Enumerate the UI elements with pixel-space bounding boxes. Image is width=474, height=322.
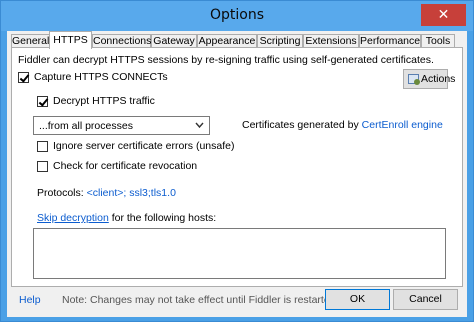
process-filter-value: ...from all processes: [39, 120, 133, 132]
process-filter-dropdown[interactable]: ...from all processes: [33, 116, 210, 135]
chevron-down-icon: [195, 122, 204, 129]
tab-general[interactable]: General: [11, 34, 50, 48]
protocols-link[interactable]: <client>; ssl3;tls1.0: [87, 187, 176, 199]
gear-icon: [408, 74, 420, 85]
tab-scripting[interactable]: Scripting: [257, 34, 303, 48]
ok-button[interactable]: OK: [325, 289, 390, 310]
close-button[interactable]: ✕: [421, 4, 466, 26]
protocols-label: Protocols:: [37, 187, 87, 199]
tab-gateway[interactable]: Gateway: [151, 34, 197, 48]
tab-extensions[interactable]: Extensions: [303, 34, 359, 48]
ignore-errors-label[interactable]: Ignore server certificate errors (unsafe…: [53, 140, 234, 152]
tab-appearance[interactable]: Appearance: [197, 34, 257, 48]
decrypt-traffic-checkbox[interactable]: [37, 96, 48, 107]
help-link[interactable]: Help: [19, 294, 41, 306]
actions-button[interactable]: Actions: [403, 69, 455, 89]
https-panel: Fiddler can decrypt HTTPS sessions by re…: [11, 47, 463, 287]
tab-connections[interactable]: Connections: [92, 34, 151, 48]
dialog-body: General HTTPS Connections Gateway Appear…: [7, 31, 467, 317]
skip-hosts-textarea[interactable]: [33, 228, 446, 279]
protocols-row: Protocols: <client>; ssl3;tls1.0: [37, 187, 176, 199]
https-description: Fiddler can decrypt HTTPS sessions by re…: [18, 54, 434, 66]
options-window: Options ✕ General HTTPS Connections Gate…: [0, 0, 474, 322]
check-revocation-checkbox[interactable]: [37, 161, 48, 172]
certenroll-link[interactable]: CertEnroll engine: [362, 119, 443, 131]
tab-tools[interactable]: Tools: [421, 34, 455, 48]
tab-performance[interactable]: Performance: [359, 34, 421, 48]
skip-decryption-suffix: for the following hosts:: [108, 212, 217, 224]
title-bar[interactable]: Options ✕: [1, 1, 473, 31]
skip-decryption-link[interactable]: Skip decryption: [37, 212, 109, 224]
restart-note: Note: Changes may not take effect until …: [62, 294, 339, 306]
capture-connects-checkbox[interactable]: [18, 72, 29, 83]
actions-label: Actions: [421, 73, 456, 85]
certificates-prefix: Certificates generated by: [242, 119, 362, 131]
check-revocation-label[interactable]: Check for certificate revocation: [53, 160, 197, 172]
certificates-info: Certificates generated by CertEnroll eng…: [242, 119, 443, 131]
cancel-button[interactable]: Cancel: [393, 289, 458, 310]
decrypt-traffic-label[interactable]: Decrypt HTTPS traffic: [53, 95, 155, 107]
ignore-errors-checkbox[interactable]: [37, 141, 48, 152]
capture-connects-label[interactable]: Capture HTTPS CONNECTs: [34, 71, 168, 83]
window-title: Options: [209, 7, 265, 23]
skip-decryption-row: Skip decryption for the following hosts:: [37, 212, 216, 224]
tab-https[interactable]: HTTPS: [49, 31, 92, 49]
